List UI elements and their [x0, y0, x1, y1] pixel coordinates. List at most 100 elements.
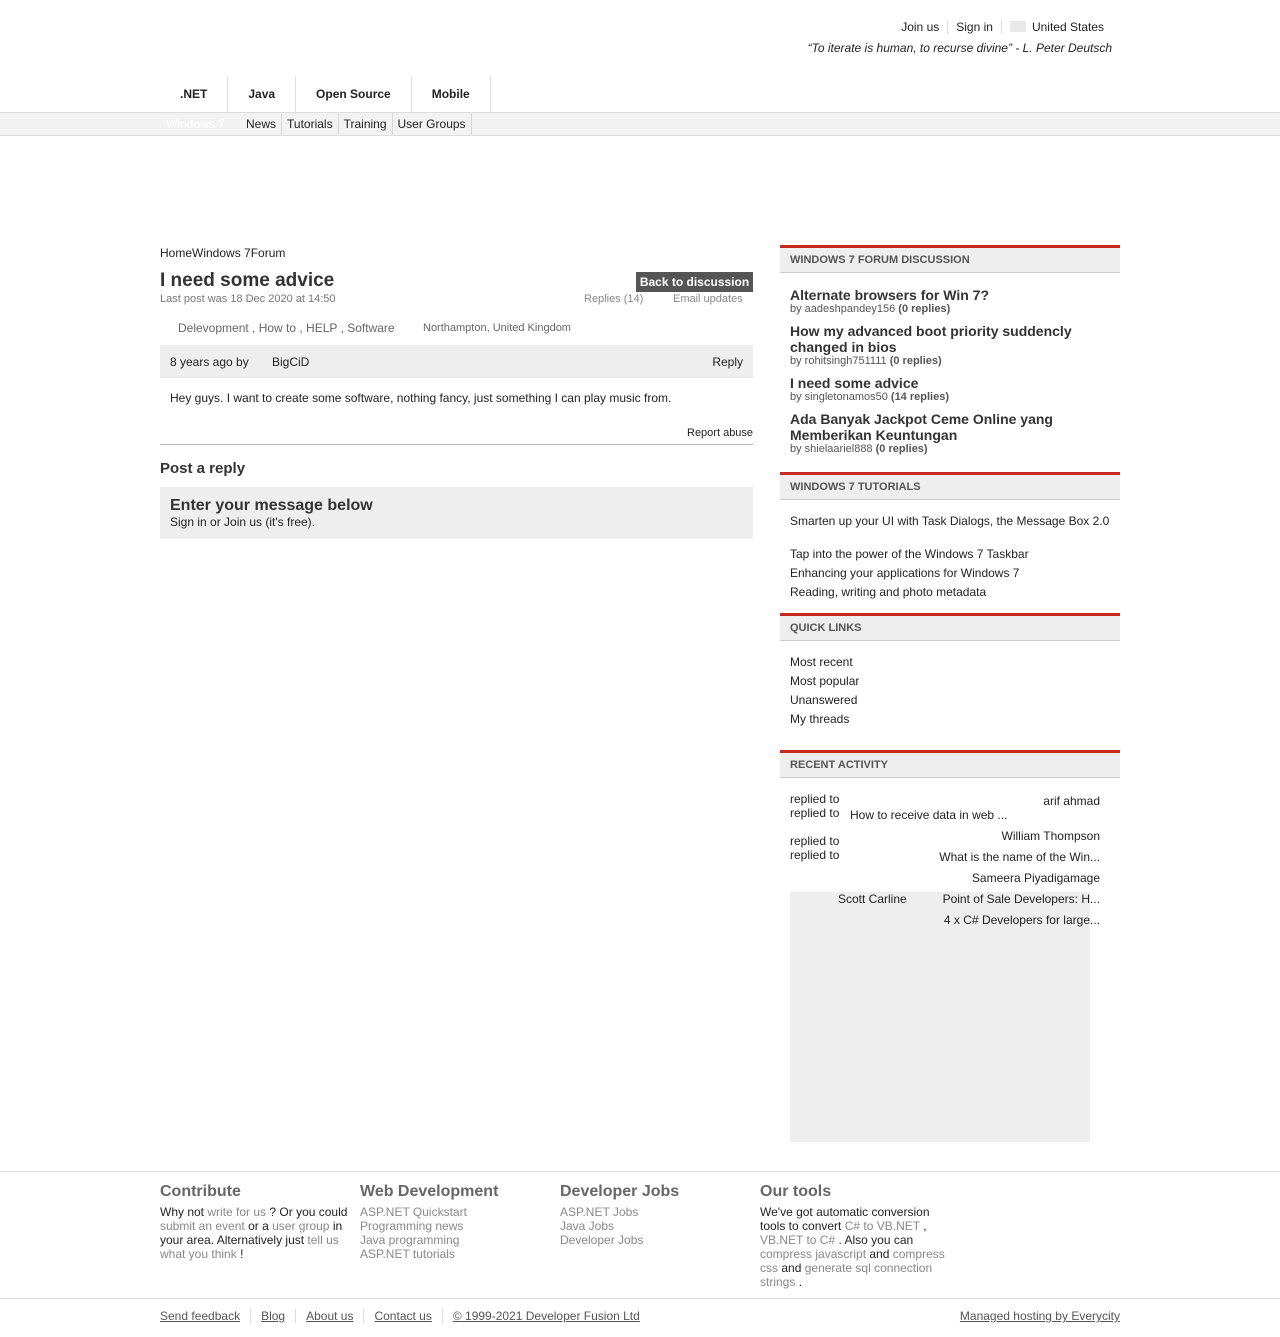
hosting-link[interactable]: Managed hosting by Everycity — [960, 1309, 1120, 1323]
country-label: United States — [1031, 20, 1104, 34]
footer-link[interactable]: ASP.NET tutorials — [360, 1247, 550, 1261]
activity-verb: replied to — [790, 834, 840, 848]
footer-link[interactable]: ASP.NET Jobs — [560, 1205, 750, 1219]
divider — [160, 444, 753, 445]
thread-title: I need some advice — [160, 270, 335, 291]
breadcrumb-home[interactable]: Home — [160, 246, 192, 260]
post-reply-heading: Post a reply — [160, 460, 246, 477]
report-abuse-link[interactable]: Report abuse — [687, 427, 753, 439]
back-to-discussion-button[interactable]: Back to discussion — [636, 272, 753, 292]
discussion-meta: by rohitsingh751111 (0 replies) — [790, 355, 942, 367]
footer-text: , — [923, 1219, 927, 1233]
signin-link[interactable]: Sign in — [947, 20, 1001, 34]
activity-thread[interactable]: What is the name of the Win... — [939, 850, 1100, 864]
discussion-meta: by shielaariel888 (0 replies) — [790, 443, 928, 455]
submit-event-link[interactable]: submit an event — [160, 1219, 245, 1233]
tutorial-link[interactable]: Enhancing your applications for Windows … — [790, 566, 1110, 580]
discussion-meta: by singletonamos50 (14 replies) — [790, 391, 949, 403]
tab-java[interactable]: Java — [228, 76, 297, 112]
footer-divider — [0, 1171, 1280, 1172]
tab-mobile[interactable]: Mobile — [412, 76, 491, 112]
footer-webdev: Web Development ASP.NET Quickstart Progr… — [360, 1183, 550, 1261]
country-selector[interactable]: United States — [1000, 20, 1112, 34]
quick-link-my-threads[interactable]: My threads — [790, 712, 1110, 726]
flag-icon — [1009, 21, 1026, 32]
discussion-author: by singletonamos50 — [790, 391, 888, 403]
tab-dotnet[interactable]: .NET — [160, 76, 229, 112]
post-body: Hey guys. I want to create some software… — [170, 391, 672, 405]
tutorial-link[interactable]: Smarten up your UI with Task Dialogs, th… — [790, 514, 1110, 528]
user-group-link[interactable]: user group — [272, 1219, 329, 1233]
footer-link[interactable]: Java Jobs — [560, 1219, 750, 1233]
vb-to-csharp-link[interactable]: VB.NET to C# — [760, 1233, 835, 1247]
footer-link[interactable]: ASP.NET Quickstart — [360, 1205, 550, 1219]
tutorials-title: Windows 7 tutorials — [790, 481, 921, 493]
send-feedback-link[interactable]: Send feedback — [160, 1309, 250, 1323]
discussion-replies: (0 replies) — [898, 303, 951, 315]
tab-open-source[interactable]: Open Source — [296, 76, 412, 112]
csharp-to-vb-link[interactable]: C# to VB.NET — [845, 1219, 920, 1233]
activity-user[interactable]: William Thompson — [1002, 829, 1100, 843]
tutorial-link[interactable]: Reading, writing and photo metadata — [790, 585, 1110, 599]
post-author[interactable]: BigCiD — [272, 355, 309, 369]
breadcrumb-windows7[interactable]: Windows 7 — [192, 246, 251, 260]
quick-link-most-recent[interactable]: Most recent — [790, 655, 1110, 669]
footer-tools: Our tools We've got automatic conversion… — [760, 1183, 950, 1289]
subnav-news[interactable]: News — [241, 113, 283, 135]
quick-links-header: Quick links — [780, 613, 1120, 641]
reply-box-title: Enter your message below — [170, 497, 373, 514]
activity-thread[interactable]: 4 x C# Developers for large... — [944, 913, 1100, 927]
discussion-author: by aadeshpandey156 — [790, 303, 896, 315]
discussion-meta: by aadeshpandey156 (0 replies) — [790, 303, 950, 315]
utility-links: Join us Sign in United States — [893, 20, 1112, 34]
discussion-title[interactable]: I need some advice — [790, 375, 1110, 391]
footer-text: ? Or you could — [269, 1205, 348, 1219]
breadcrumb: Home Windows 7 Forum — [160, 246, 285, 260]
subnav-tutorials[interactable]: Tutorials — [282, 113, 339, 135]
write-for-us-link[interactable]: write for us — [207, 1205, 266, 1219]
email-updates-link[interactable]: Email updates — [673, 293, 743, 305]
recent-activity-title: Recent activity — [790, 759, 888, 771]
tutorials-header: Windows 7 tutorials — [780, 472, 1120, 500]
reply-box-signin-text[interactable]: Sign in or Join us (it's free). — [170, 515, 315, 529]
footer-text: Why not — [160, 1205, 205, 1219]
about-us-link[interactable]: About us — [295, 1309, 363, 1323]
subnav-user-groups[interactable]: User Groups — [393, 113, 472, 135]
post-header-bar — [160, 345, 753, 378]
footer-text: and — [869, 1247, 890, 1261]
blog-link[interactable]: Blog — [250, 1309, 295, 1323]
reply-button[interactable]: Reply — [712, 355, 743, 369]
footer-jobs-heading: Developer Jobs — [560, 1183, 680, 1200]
compress-js-link[interactable]: compress javascript — [760, 1247, 866, 1261]
footer-link[interactable]: Java programming — [360, 1233, 550, 1247]
contact-us-link[interactable]: Contact us — [363, 1309, 441, 1323]
discussion-title[interactable]: How my advanced boot priority suddencly … — [790, 323, 1110, 355]
activity-user[interactable]: arif ahmad — [1043, 794, 1100, 808]
quick-link-unanswered[interactable]: Unanswered — [790, 693, 1110, 707]
activity-user[interactable]: Sameera Piyadigamage — [972, 871, 1100, 885]
discussion-title[interactable]: Alternate browsers for Win 7? — [790, 287, 1110, 303]
activity-user[interactable]: Scott Carline — [838, 892, 907, 906]
activity-thread[interactable]: How to receive data in web ... — [850, 808, 1007, 822]
footer-tools-heading: Our tools — [760, 1183, 832, 1200]
copyright-link[interactable]: © 1999-2021 Developer Fusion Ltd — [441, 1309, 650, 1323]
subnav-training[interactable]: Training — [339, 113, 393, 135]
discussion-title[interactable]: Ada Banyak Jackpot Ceme Online yang Memb… — [790, 411, 1110, 443]
footer-contribute: Contribute Why not write for us ? Or you… — [160, 1183, 350, 1261]
thread-tags[interactable]: Delevopment , How to , HELP , Software — [178, 321, 395, 335]
quick-link-most-popular[interactable]: Most popular — [790, 674, 1110, 688]
discussion-replies: (14 replies) — [890, 391, 949, 403]
discussion-author: by rohitsingh751111 — [790, 355, 887, 367]
footer-link[interactable]: Programming news — [360, 1219, 550, 1233]
discussion-author: by shielaariel888 — [790, 443, 873, 455]
tutorial-link[interactable]: Tap into the power of the Windows 7 Task… — [790, 547, 1110, 561]
footer-text: or a — [248, 1219, 269, 1233]
join-link[interactable]: Join us — [893, 20, 947, 34]
breadcrumb-forum[interactable]: Forum — [251, 246, 286, 260]
footer-link[interactable]: Developer Jobs — [560, 1233, 750, 1247]
replies-count[interactable]: Replies (14) — [584, 293, 643, 305]
subnav-current[interactable]: Windows 7 — [160, 113, 241, 135]
thread-location: Northampton, United Kingdom — [423, 322, 571, 334]
activity-thread[interactable]: Point of Sale Developers: H... — [943, 892, 1100, 906]
forum-discussion-title: Windows 7 forum discussion — [790, 254, 970, 266]
